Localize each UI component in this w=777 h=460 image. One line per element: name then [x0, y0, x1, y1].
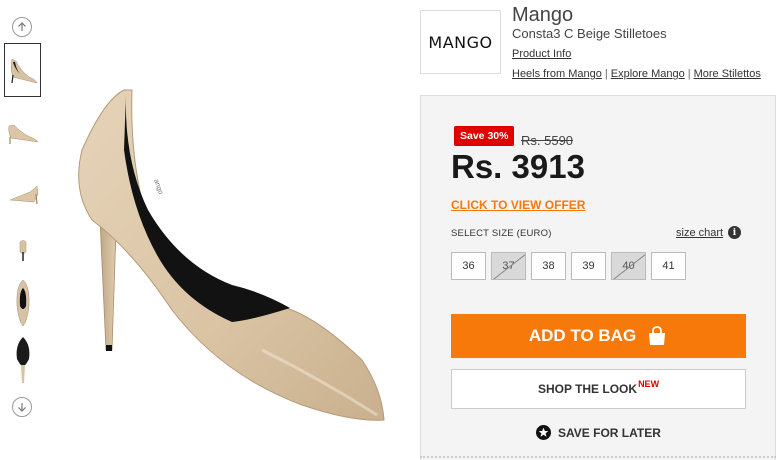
- brand-logo[interactable]: MANGO: [420, 10, 501, 74]
- brand-name[interactable]: Mango: [512, 4, 573, 27]
- link-separator: |: [604, 68, 608, 80]
- info-icon[interactable]: i: [728, 226, 741, 239]
- thumbnail-6[interactable]: [4, 333, 41, 387]
- svg-text:ango: ango: [152, 178, 164, 195]
- arrow-down-icon: [18, 403, 26, 412]
- original-price: Rs. 5590: [521, 133, 574, 148]
- explore-brand-link[interactable]: Explore Mango: [611, 68, 685, 80]
- shopping-bag-icon: [649, 326, 666, 345]
- sale-price: Rs. 3913: [451, 148, 585, 185]
- thumbnail-2[interactable]: [4, 106, 41, 160]
- gallery-up-button[interactable]: [12, 17, 32, 37]
- add-to-bag-label: ADD TO BAG: [528, 326, 637, 345]
- heels-from-brand-link[interactable]: Heels from Mango: [512, 68, 602, 80]
- save-for-later-label: SAVE FOR LATER: [558, 425, 661, 440]
- shoe-thumbnail-image: [10, 58, 37, 84]
- related-links: Heels from Mango | Explore Mango | More Stil…: [512, 68, 761, 80]
- thumbnail-1[interactable]: [4, 43, 41, 97]
- thumbnail-4[interactable]: [4, 222, 41, 276]
- shop-the-look-label: SHOP THE LOOK: [537, 382, 638, 396]
- shoe-thumbnail-image: [9, 185, 38, 205]
- new-badge: NEW: [638, 379, 660, 389]
- shoe-thumbnail-image: [16, 337, 29, 383]
- view-offer-link[interactable]: CLICK TO VIEW OFFER: [451, 198, 585, 212]
- size-option-38[interactable]: 38: [531, 252, 566, 280]
- shoe-thumbnail-image: [16, 279, 29, 327]
- link-separator: |: [687, 68, 691, 80]
- thumbnail-5[interactable]: [4, 276, 41, 330]
- size-option-37: 37: [491, 252, 526, 280]
- size-option-39[interactable]: 39: [571, 252, 606, 280]
- size-option-41[interactable]: 41: [651, 252, 686, 280]
- arrow-up-icon: [18, 22, 26, 31]
- thumbnail-3[interactable]: [4, 166, 41, 220]
- size-selector-label: SELECT SIZE (EURO): [451, 228, 552, 239]
- stiletto-shoe-image: ango: [78, 89, 385, 421]
- more-stilettos-link[interactable]: More Stilettos: [694, 68, 761, 80]
- size-chart-link[interactable]: size chart: [676, 227, 723, 239]
- size-option-40: 40: [611, 252, 646, 280]
- product-title: Consta3 C Beige Stilletoes: [512, 26, 667, 41]
- shoe-thumbnail-image: [8, 124, 39, 144]
- size-option-36[interactable]: 36: [451, 252, 486, 280]
- save-for-later-button[interactable]: SAVE FOR LATER: [536, 425, 661, 440]
- size-options: 36 37 38 39 40 41: [451, 252, 686, 280]
- product-info-link[interactable]: Product Info: [512, 48, 571, 60]
- gallery-down-button[interactable]: [12, 397, 32, 417]
- shoe-thumbnail-image: [19, 240, 26, 261]
- shop-the-look-button[interactable]: SHOP THE LOOK NEW: [451, 369, 746, 409]
- add-to-bag-button[interactable]: ADD TO BAG: [451, 314, 746, 358]
- discount-badge: Save 30%: [454, 126, 515, 146]
- star-icon: [536, 425, 551, 440]
- brand-logo-text: MANGO: [428, 32, 493, 52]
- main-product-image[interactable]: ango: [62, 60, 402, 425]
- panel-divider: [420, 456, 776, 458]
